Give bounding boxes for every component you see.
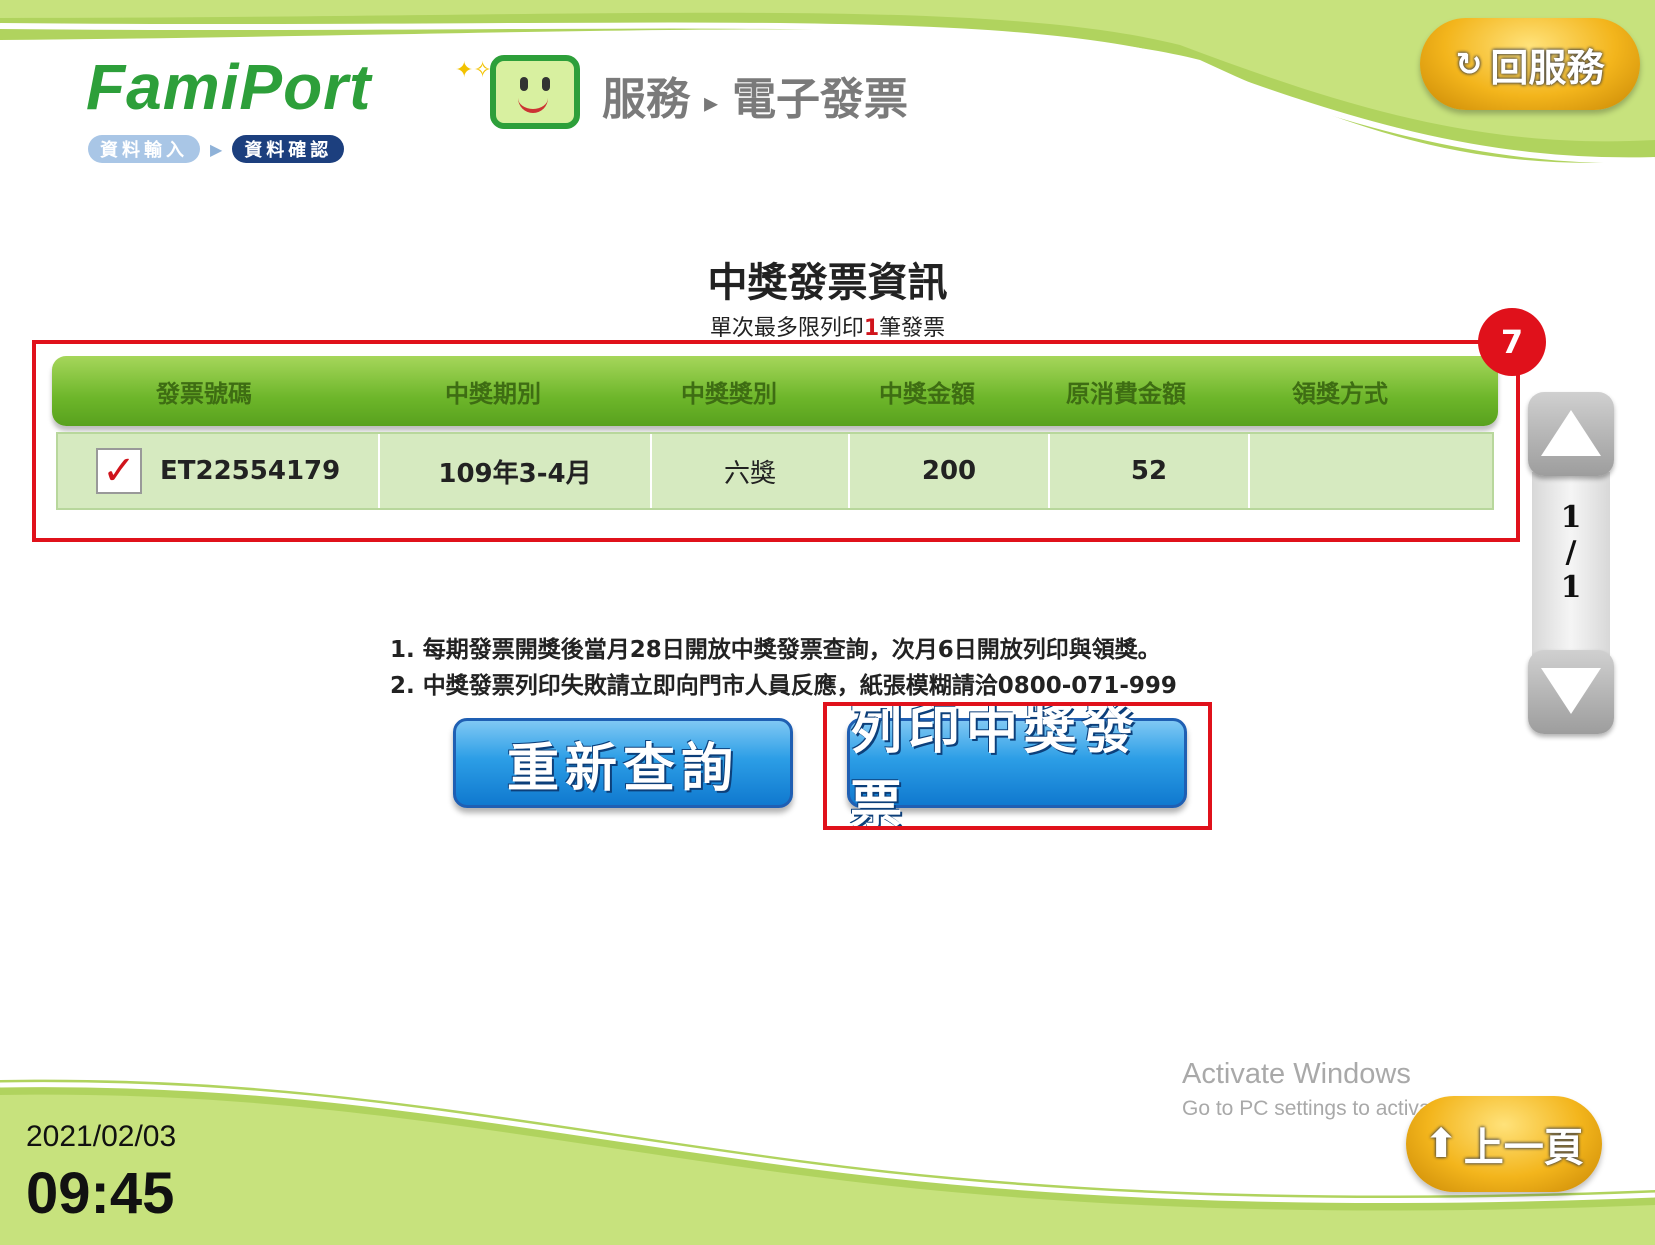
page-separator: / [1565, 535, 1577, 570]
current-time: 09:45 [26, 1161, 175, 1226]
triangle-down-icon [1541, 668, 1601, 714]
watermark-title: Activate Windows [1182, 1058, 1411, 1090]
print-limit-suffix: 筆發票 [879, 316, 946, 341]
print-limit-count: 1 [863, 316, 880, 341]
page-total: 1 [1560, 570, 1582, 605]
up-arrow-icon: ⬆ [1424, 1121, 1458, 1167]
page-up-button[interactable] [1528, 392, 1614, 476]
current-date: 2021/02/03 [26, 1120, 177, 1153]
breadcrumb-service: 服務 [602, 74, 690, 125]
table-highlight-box [32, 340, 1520, 542]
breadcrumb-arrow-icon: ▸ [704, 85, 719, 119]
back-to-service-label: 回服務 [1490, 45, 1605, 90]
breadcrumb: 服務 ▸ 電子發票 [602, 63, 908, 127]
stars-icon: ✦✧ [455, 58, 492, 83]
refresh-icon: ↻ [1455, 45, 1483, 83]
print-limit-note: 單次最多限列印1筆發票 [0, 310, 1655, 342]
print-limit-prefix: 單次最多限列印 [709, 316, 864, 341]
note-item: 1. 每期發票開獎後當月28日開放中獎發票查詢，次月6日開放列印與領獎。 [390, 637, 1161, 663]
famiport-mascot-icon [490, 55, 580, 129]
print-button-highlight-box [823, 702, 1212, 830]
requery-button[interactable]: 重新查詢 [453, 718, 793, 808]
page-indicator: 1 / 1 [1528, 500, 1614, 605]
previous-page-label: 上一頁 [1463, 1125, 1584, 1171]
breadcrumb-page: 電子發票 [732, 74, 909, 125]
step-arrow-icon: ▶ [210, 139, 223, 159]
famiport-logo: FamiPort [86, 51, 372, 123]
panel-title: 中獎發票資訊 [707, 260, 948, 306]
step-data-confirm: 資料確認 [232, 135, 345, 163]
step-number-badge: 7 [1478, 308, 1546, 376]
previous-page-button[interactable]: ⬆ 上一頁 [1406, 1096, 1602, 1192]
back-to-service-button[interactable]: ↻ 回服務 [1420, 18, 1640, 110]
step-data-input: 資料輸入 [88, 135, 200, 163]
page-scroller: 1 / 1 [1528, 392, 1614, 735]
step-indicator: 資料輸入 ▶ 資料確認 [88, 134, 345, 164]
page-down-button[interactable] [1528, 650, 1614, 734]
page-current: 1 [1560, 500, 1582, 535]
triangle-up-icon [1541, 410, 1601, 456]
